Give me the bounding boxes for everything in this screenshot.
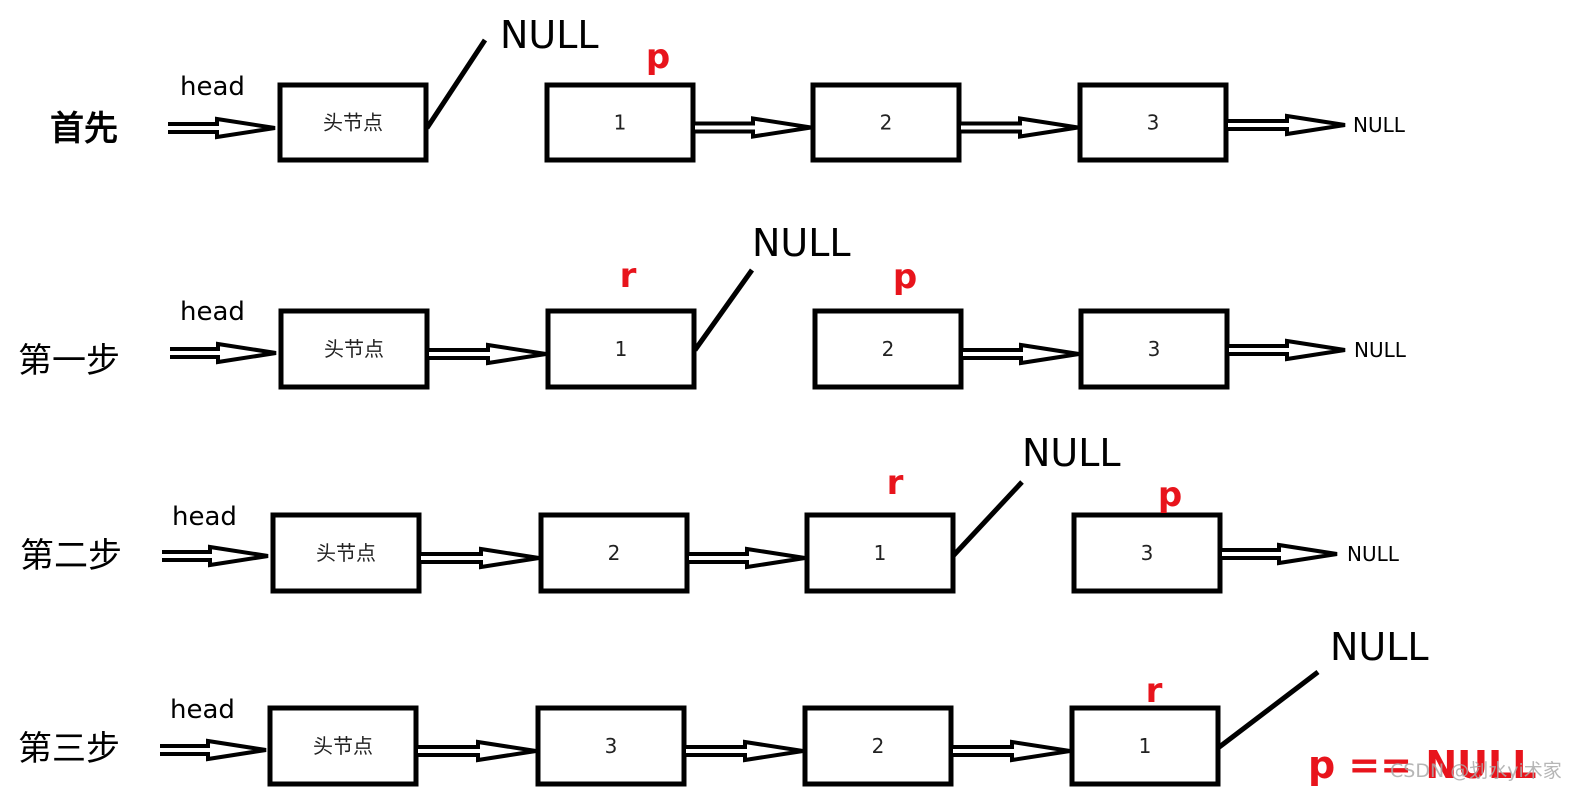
- pointer-r: r: [620, 256, 637, 296]
- head-arrow: [168, 116, 276, 140]
- head-label: head: [170, 695, 235, 725]
- pointer-p: p: [1158, 475, 1182, 515]
- head-label: head: [180, 72, 245, 102]
- next-arrow: [429, 342, 547, 366]
- list-node: 1: [544, 82, 696, 163]
- next-arrow: [418, 739, 537, 763]
- null-pointer-line: [424, 38, 488, 130]
- node-value: 头节点: [324, 337, 384, 361]
- null-pointer-line: [951, 480, 1024, 558]
- null-pointer-line: [1216, 670, 1320, 750]
- node-value: 3: [1148, 337, 1161, 361]
- node-value: 2: [882, 337, 895, 361]
- list-node: 1: [545, 308, 697, 390]
- node-value: 2: [872, 734, 885, 758]
- null-pointer-label: NULL: [500, 13, 599, 57]
- head-label: head: [180, 297, 245, 327]
- head-arrow: [170, 341, 277, 365]
- watermark: CSDN @划水yi术家: [1390, 760, 1562, 782]
- row-3: 第二步 head 头节点 2 1 3 NULL NULL r p: [20, 431, 1400, 594]
- step-label: 第二步: [20, 536, 122, 576]
- list-node: 2: [538, 512, 690, 594]
- row-2: 第一步 head 头节点 1 2 3 NULL NULL r p: [18, 221, 1407, 390]
- head-node: 头节点: [277, 82, 429, 163]
- list-node: 2: [812, 308, 964, 390]
- list-node: 1: [1069, 705, 1221, 787]
- tail-arrow: [1229, 338, 1346, 362]
- node-value: 头节点: [313, 734, 373, 758]
- tail-arrow: [1222, 542, 1338, 566]
- null-pointer-line: [692, 268, 755, 352]
- node-value: 1: [615, 337, 628, 361]
- step-label: 第三步: [18, 729, 120, 769]
- list-node: 3: [1071, 512, 1223, 594]
- next-arrow: [963, 342, 1080, 366]
- row-4: 第三步 head 头节点 3 2 1 NULL r: [18, 625, 1429, 787]
- node-value: 1: [614, 111, 627, 135]
- next-arrow: [961, 116, 1079, 139]
- next-arrow: [686, 739, 804, 763]
- pointer-r: r: [887, 463, 904, 503]
- step-label: 首先: [50, 109, 118, 149]
- head-node: 头节点: [270, 512, 422, 594]
- head-label: head: [172, 502, 237, 532]
- node-value: 2: [608, 541, 621, 565]
- null-pointer-label: NULL: [1330, 625, 1429, 669]
- next-arrow: [695, 116, 812, 139]
- node-value: 1: [874, 541, 887, 565]
- step-label: 第一步: [18, 341, 120, 381]
- list-node: 2: [810, 82, 962, 163]
- node-value: 头节点: [323, 111, 383, 135]
- next-arrow: [953, 739, 1071, 763]
- head-node: 头节点: [278, 308, 430, 390]
- head-node: 头节点: [267, 705, 419, 787]
- row-1: 首先 head 头节点 1 2 3 NULL NULL p: [50, 13, 1406, 163]
- next-arrow: [421, 546, 540, 570]
- node-value: 2: [880, 111, 893, 135]
- tail-null-label: NULL: [1347, 542, 1400, 566]
- list-node: 3: [1077, 82, 1229, 163]
- next-arrow: [689, 546, 806, 570]
- tail-null-label: NULL: [1353, 113, 1406, 137]
- null-pointer-label: NULL: [1022, 431, 1121, 475]
- pointer-r: r: [1146, 671, 1163, 711]
- list-node: 3: [1078, 308, 1230, 390]
- tail-null-label: NULL: [1354, 338, 1407, 362]
- head-arrow: [160, 738, 267, 762]
- node-value: 3: [1147, 111, 1160, 135]
- list-node: 1: [804, 512, 956, 594]
- node-value: 头节点: [316, 541, 376, 565]
- linked-list-reversal-diagram: 首先 head 头节点 1 2 3 NULL NULL p 第一步 head 头节点 1 2 3 NULL NU…: [18, 13, 1536, 787]
- head-arrow: [162, 544, 269, 568]
- null-pointer-label: NULL: [752, 221, 851, 265]
- node-value: 3: [1141, 541, 1154, 565]
- node-value: 1: [1139, 734, 1152, 758]
- list-node: 2: [802, 705, 954, 787]
- pointer-p: p: [893, 257, 917, 297]
- tail-arrow: [1228, 113, 1346, 137]
- list-node: 3: [535, 705, 687, 787]
- node-value: 3: [605, 734, 618, 758]
- pointer-p: p: [646, 37, 670, 77]
